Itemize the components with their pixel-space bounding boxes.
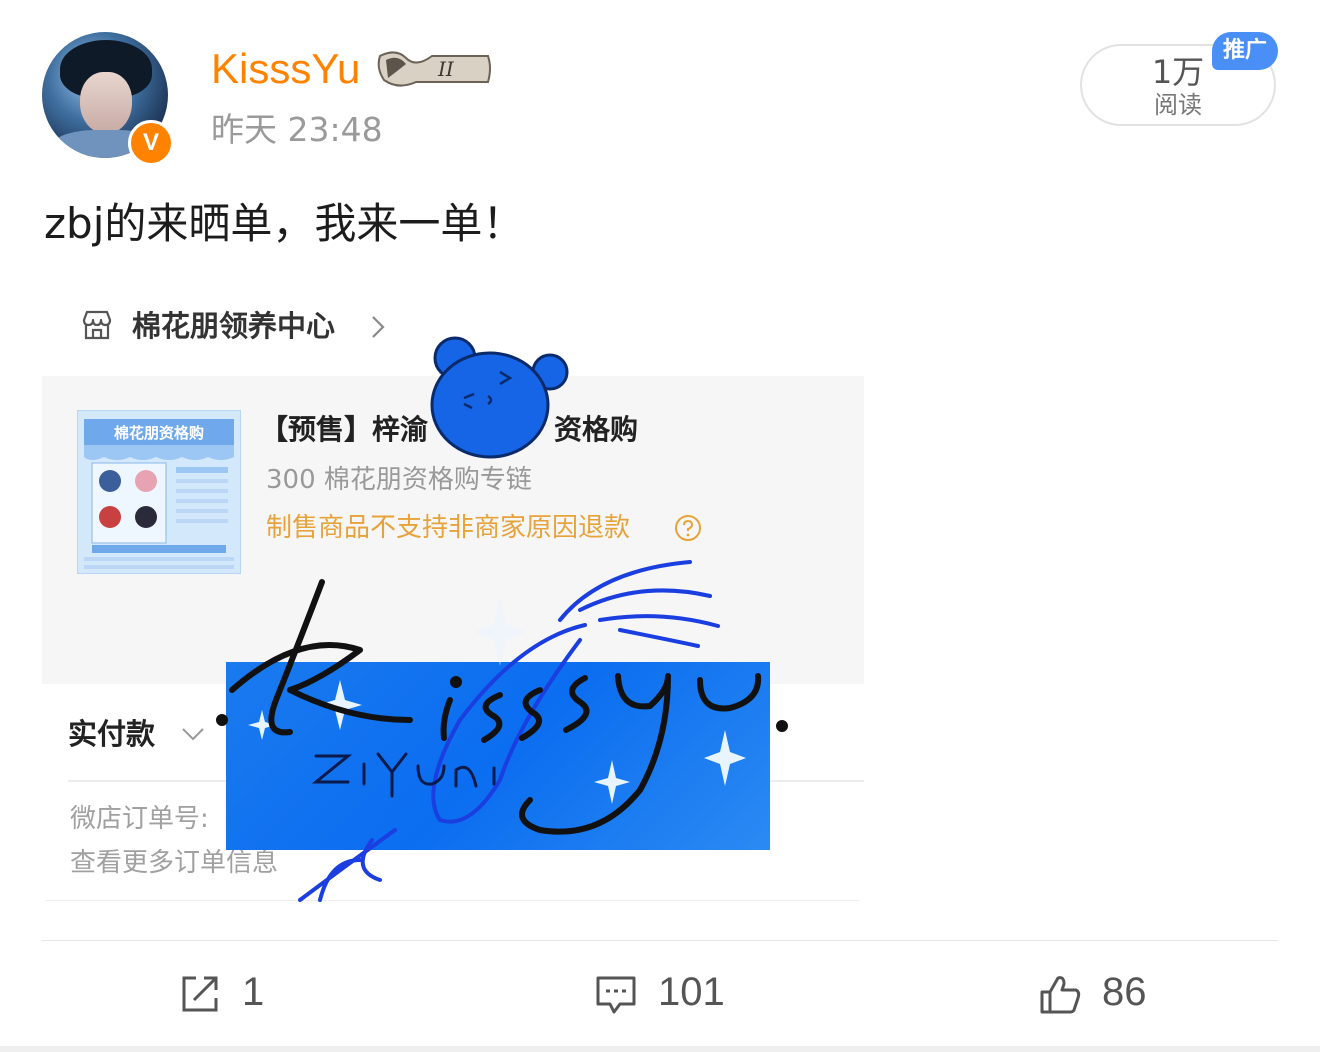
verified-v-icon: V xyxy=(128,120,174,166)
order-number-label: 微店订单号: xyxy=(70,804,209,834)
post-time: 昨天 23:48 xyxy=(211,110,383,149)
member-badge-icon: II xyxy=(377,51,491,87)
thumb-banner: 棉花朋资格购 xyxy=(114,424,204,442)
paid-label: 实付款 xyxy=(68,717,156,751)
like-icon xyxy=(1040,976,1081,1014)
username[interactable]: KisssYu xyxy=(211,44,360,94)
like-count: 86 xyxy=(1102,970,1147,1014)
signature-background xyxy=(226,662,770,850)
product-subtitle: 300 棉花朋资格购专链 xyxy=(266,465,532,495)
divider xyxy=(46,900,860,901)
store-icon xyxy=(82,310,112,340)
product-thumbnail: 棉花朋资格购 xyxy=(77,410,241,574)
product-title: 【预售】梓渝 资格购 xyxy=(260,410,638,450)
avatar-face xyxy=(80,72,132,134)
comment-count: 101 xyxy=(658,970,725,1014)
chevron-right-icon xyxy=(372,316,385,338)
weibo-post-page: V KisssYu II 昨天 23:48 1万 阅读 推广 zbj的来晒单，我… xyxy=(0,0,1320,1052)
help-circle-icon xyxy=(675,515,701,541)
read-count-label: 阅读 xyxy=(1154,91,1202,119)
post-text: zbj的来晒单，我来一单！ xyxy=(44,199,525,248)
divider xyxy=(42,940,1278,941)
svg-text:II: II xyxy=(437,57,455,81)
chevron-down-icon xyxy=(182,728,204,741)
product-title-suffix: 资格购 xyxy=(554,413,639,446)
promo-badge[interactable]: 推广 xyxy=(1212,32,1278,70)
shop-name: 棉花朋领养中心 xyxy=(132,309,336,343)
product-thumbnail-art: 棉花朋资格购 xyxy=(78,411,240,573)
repost-icon xyxy=(182,976,218,1012)
product-title-main: 【预售】梓渝 xyxy=(260,413,429,446)
product-card: 棉花朋资格购 【预售】梓渝 资格购 300 棉花朋资格购专链 制售商品不支持非商… xyxy=(42,376,864,684)
comment-icon xyxy=(596,976,636,1014)
repost-count: 1 xyxy=(242,970,265,1014)
bottom-strip xyxy=(0,1046,1320,1052)
refund-notice: 制售商品不支持非商家原因退款 xyxy=(266,513,631,543)
